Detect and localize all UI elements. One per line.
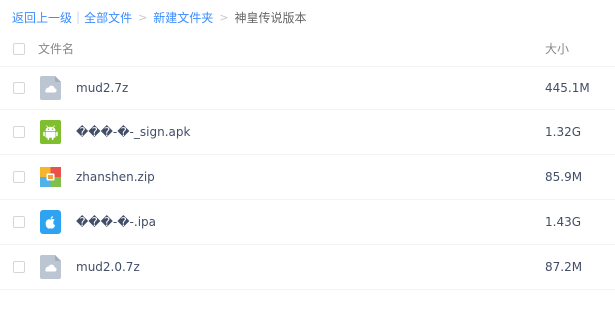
row-checkbox[interactable] <box>13 82 25 94</box>
file-size: 1.43G <box>545 215 582 229</box>
row-checkbox[interactable] <box>13 171 25 183</box>
file-name[interactable]: mud2.7z <box>76 81 545 95</box>
table-row[interactable]: ���-�-_sign.apk 1.32G <box>0 110 615 155</box>
breadcrumb: 返回上一级 | 全部文件 > 新建文件夹 > 神皇传说版本 <box>12 8 307 26</box>
file-size: 85.9M <box>545 170 583 184</box>
breadcrumb-new-folder[interactable]: 新建文件夹 <box>153 9 213 26</box>
zip-archive-icon <box>40 165 61 189</box>
column-header-size[interactable]: 大小 <box>545 40 615 57</box>
table-row[interactable]: mud2.7z 445.1M <box>0 67 615 110</box>
file-size: 87.2M <box>545 260 583 274</box>
table-row[interactable]: ���-�-.ipa 1.43G <box>0 200 615 245</box>
android-icon <box>40 120 61 144</box>
breadcrumb-arrow: > <box>219 10 229 24</box>
cloud-archive-icon <box>40 255 61 279</box>
table-row[interactable]: zhanshen.zip 85.9M <box>0 155 615 200</box>
breadcrumb-separator: | <box>76 10 81 24</box>
select-all-checkbox[interactable] <box>13 42 25 55</box>
breadcrumb-all-files[interactable]: 全部文件 <box>84 9 132 26</box>
file-name[interactable]: zhanshen.zip <box>76 170 545 184</box>
file-name[interactable]: ���-�-_sign.apk <box>76 125 545 139</box>
column-header-name[interactable]: 文件名 <box>38 40 545 57</box>
cloud-archive-icon <box>40 76 61 100</box>
file-name[interactable]: ���-�-.ipa <box>76 215 545 229</box>
row-checkbox[interactable] <box>13 126 25 138</box>
row-checkbox[interactable] <box>13 261 25 273</box>
table-row[interactable]: mud2.0.7z 87.2M <box>0 245 615 290</box>
file-list: 文件名 大小 mud2.7z 445.1M ���-�-_sign.apk 1.… <box>0 31 615 290</box>
row-checkbox[interactable] <box>13 216 25 228</box>
breadcrumb-arrow: > <box>138 10 148 24</box>
breadcrumb-current: 神皇传说版本 <box>234 10 307 25</box>
table-header: 文件名 大小 <box>0 31 615 67</box>
back-link[interactable]: 返回上一级 <box>12 9 72 26</box>
apple-icon <box>40 210 61 234</box>
file-name[interactable]: mud2.0.7z <box>76 260 545 274</box>
file-size: 1.32G <box>545 125 582 139</box>
file-size: 445.1M <box>545 81 590 95</box>
